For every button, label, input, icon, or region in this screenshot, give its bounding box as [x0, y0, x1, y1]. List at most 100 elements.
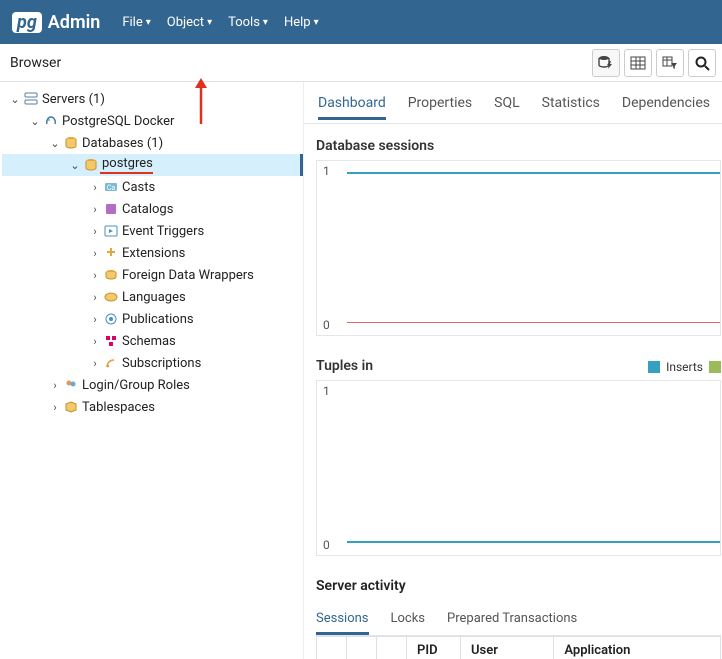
- logo-prefix: pg: [12, 12, 42, 33]
- grid-icon: [630, 55, 646, 71]
- chevron-down-icon: ▾: [263, 17, 268, 28]
- database-lightning-icon: [598, 55, 614, 71]
- tree-label: PostgreSQL Docker: [60, 114, 174, 129]
- tree-label: Languages: [120, 290, 186, 305]
- query-tool-button[interactable]: [592, 49, 620, 77]
- tab-locks[interactable]: Locks: [391, 602, 426, 635]
- collapse-icon: ›: [88, 181, 102, 194]
- chevron-down-icon: ▾: [146, 17, 151, 28]
- expand-icon: ⌄: [8, 93, 22, 106]
- tree-label: Event Triggers: [120, 224, 204, 239]
- view-data-button[interactable]: [624, 49, 652, 77]
- tab-statistics[interactable]: Statistics: [542, 86, 600, 120]
- tree-schemas[interactable]: ›Schemas: [2, 330, 303, 352]
- sessions-table: PID User Application 54 postgres pgAdmin…: [316, 636, 721, 659]
- filter-rows-button[interactable]: [656, 49, 684, 77]
- tree-login-roles[interactable]: ›Login/Group Roles: [2, 374, 303, 396]
- collapse-icon: ›: [48, 401, 62, 414]
- chart-title-label: Tuples in: [316, 358, 373, 374]
- chart-sessions: 1 0: [316, 160, 721, 336]
- tree-label: Casts: [120, 180, 155, 195]
- tree-event-triggers[interactable]: › Event Triggers: [2, 220, 303, 242]
- tree-label: Foreign Data Wrappers: [120, 268, 254, 283]
- tree-foreign-data-wrappers[interactable]: › Foreign Data Wrappers: [2, 264, 303, 286]
- tree-casts[interactable]: › Ca Casts: [2, 176, 303, 198]
- menu-tools[interactable]: Tools▾: [222, 11, 274, 34]
- tab-dependencies[interactable]: Dependencies: [622, 86, 710, 120]
- chart-title-tuples: Tuples in Inserts: [316, 358, 721, 374]
- browser-title: Browser: [0, 55, 71, 71]
- tree-label: Login/Group Roles: [80, 378, 190, 393]
- y-tick: 1: [323, 384, 330, 398]
- chevron-down-icon: ▾: [207, 17, 212, 28]
- tree-label: Catalogs: [120, 202, 173, 217]
- tree-server-node[interactable]: ⌄ PostgreSQL Docker: [2, 110, 303, 132]
- menu-label: Object: [167, 15, 204, 30]
- browser-toolbar: Browser: [0, 44, 722, 82]
- catalogs-icon: [102, 202, 120, 216]
- collapse-icon: ›: [88, 313, 102, 326]
- collapse-icon: ›: [88, 247, 102, 260]
- tree-subscriptions[interactable]: ›Subscriptions: [2, 352, 303, 374]
- menu-object[interactable]: Object▾: [161, 11, 218, 34]
- browser-tree: ⌄ Servers (1) ⌄ PostgreSQL Docker: [0, 82, 304, 659]
- col-application[interactable]: Application: [554, 637, 721, 659]
- pgadmin-logo: pg Admin: [12, 12, 100, 33]
- tab-prepared-transactions[interactable]: Prepared Transactions: [447, 602, 577, 635]
- legend-label: Inserts: [666, 360, 703, 374]
- tree-label: Tablespaces: [80, 400, 155, 415]
- roles-icon: [62, 378, 80, 392]
- tree-database-postgres[interactable]: ⌄ postgres: [2, 154, 303, 176]
- server-activity-tabs: Sessions Locks Prepared Transactions: [316, 602, 721, 636]
- y-tick: 0: [323, 538, 330, 552]
- languages-icon: [102, 290, 120, 304]
- tab-dashboard[interactable]: Dashboard: [318, 86, 386, 120]
- logo-suffix: Admin: [48, 12, 101, 33]
- collapse-icon: ›: [88, 203, 102, 216]
- legend-swatch: [709, 361, 721, 373]
- search-objects-button[interactable]: [688, 49, 716, 77]
- tablespaces-icon: [62, 400, 80, 414]
- collapse-icon: ›: [88, 269, 102, 282]
- menu-help[interactable]: Help▾: [278, 11, 325, 34]
- menu-label: Help: [284, 15, 311, 30]
- svg-text:Ca: Ca: [107, 184, 116, 192]
- schemas-icon: [102, 334, 120, 348]
- tree-servers[interactable]: ⌄ Servers (1): [2, 88, 303, 110]
- y-tick: 0: [323, 318, 330, 332]
- tree-languages[interactable]: ›Languages: [2, 286, 303, 308]
- collapse-icon: ›: [88, 225, 102, 238]
- tree-databases[interactable]: ⌄ Databases (1): [2, 132, 303, 154]
- database-icon: [62, 136, 80, 150]
- collapse-icon: ›: [88, 357, 102, 370]
- tab-properties[interactable]: Properties: [408, 86, 472, 120]
- tree-extensions[interactable]: › Extensions: [2, 242, 303, 264]
- tab-sessions[interactable]: Sessions: [316, 602, 369, 635]
- search-icon: [694, 55, 710, 71]
- tree-label: Schemas: [120, 334, 176, 349]
- tree-label: Databases (1): [80, 136, 163, 151]
- tree-publications[interactable]: ›Publications: [2, 308, 303, 330]
- expand-icon: ⌄: [68, 159, 82, 172]
- toolbar-buttons: [592, 49, 722, 77]
- casts-icon: Ca: [102, 180, 120, 194]
- content-area: Dashboard Properties SQL Statistics Depe…: [304, 82, 722, 659]
- tree-label: Extensions: [120, 246, 185, 261]
- chevron-down-icon: ▾: [314, 17, 319, 28]
- tab-sql[interactable]: SQL: [494, 86, 519, 120]
- subscriptions-icon: [102, 356, 120, 370]
- col-cancel: [347, 637, 377, 659]
- col-pid[interactable]: PID: [407, 637, 461, 659]
- menu-label: File: [122, 15, 142, 30]
- tree-tablespaces[interactable]: › Tablespaces: [2, 396, 303, 418]
- dashboard-panels: Database sessions 1 0 Tuples in Inserts …: [304, 124, 722, 659]
- servers-icon: [22, 92, 40, 106]
- content-tabs: Dashboard Properties SQL Statistics Depe…: [304, 82, 722, 124]
- expand-icon: ⌄: [48, 137, 62, 150]
- database-icon: [82, 158, 100, 172]
- legend-swatch: [648, 361, 660, 373]
- tree-catalogs[interactable]: › Catalogs: [2, 198, 303, 220]
- server-activity-title: Server activity: [316, 578, 722, 594]
- col-user[interactable]: User: [461, 637, 554, 659]
- menu-file[interactable]: File ▾: [116, 11, 156, 34]
